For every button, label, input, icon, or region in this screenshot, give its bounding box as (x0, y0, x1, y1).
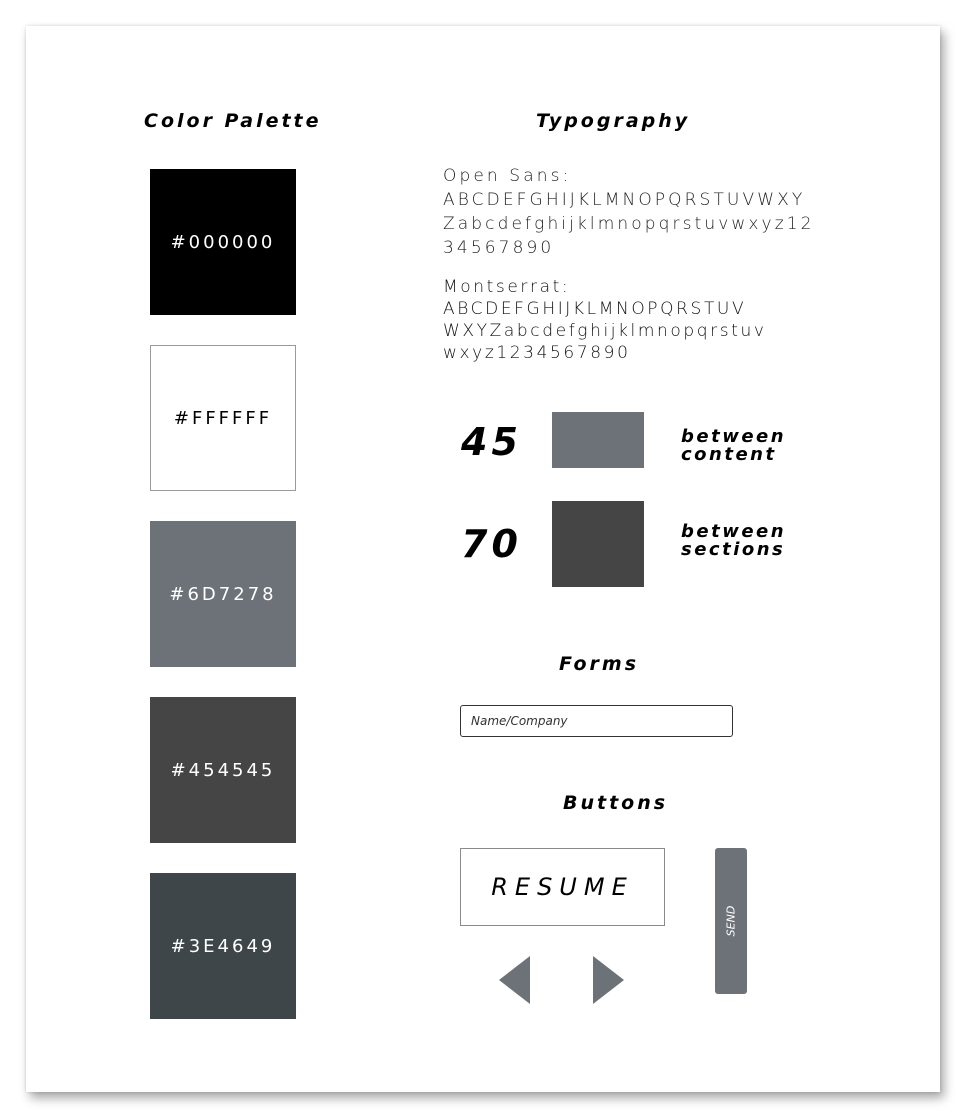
spacing-swatch-content (552, 412, 644, 468)
montserrat-sample: Montserrat: ABCDEFGHIJKLMNOPQRSTUV WXYZa… (443, 276, 767, 364)
swatch-white: #FFFFFF (150, 345, 296, 491)
swatch-charcoal: #3E4649 (150, 873, 296, 1019)
spacing-value-sections: 70 (461, 522, 522, 566)
font-sample-line: WXYZabcdefghijklmnopqrstuv (443, 321, 767, 341)
swatch-label: #3E4649 (170, 935, 276, 957)
spacing-label-content: between content (681, 428, 786, 464)
forms-heading: Forms (559, 653, 640, 675)
spacing-label-line: sections (681, 539, 786, 560)
send-button-label: SEND (724, 905, 738, 937)
spacing-swatch-sections (552, 501, 644, 587)
color-palette-heading: Color Palette (144, 110, 322, 132)
triangle-left-icon[interactable] (499, 956, 530, 1004)
swatch-gray: #6D7278 (150, 521, 296, 667)
swatch-black: #000000 (150, 169, 296, 315)
resume-button[interactable]: RESUME (460, 848, 665, 926)
font-sample-line: Open Sans: (443, 166, 572, 186)
swatch-label: #6D7278 (169, 583, 277, 605)
buttons-heading: Buttons (563, 792, 669, 814)
font-sample-line: 34567890 (443, 238, 555, 258)
open-sans-sample: Open Sans: ABCDEFGHIJKLMNOPQRSTUVWXY Zab… (443, 164, 815, 260)
font-sample-line: ABCDEFGHIJKLMNOPQRSTUVWXY (443, 190, 806, 210)
spacing-label-sections: between sections (681, 523, 786, 559)
spacing-value-content: 45 (461, 420, 522, 464)
triangle-right-icon[interactable] (593, 956, 624, 1004)
send-button[interactable]: SEND (715, 848, 747, 994)
name-company-input[interactable] (460, 705, 733, 737)
swatch-label: #454545 (170, 759, 276, 781)
font-sample-line: Montserrat: (443, 277, 571, 297)
swatch-label: #000000 (170, 231, 276, 253)
spacing-label-line: content (681, 444, 777, 465)
font-sample-line: ABCDEFGHIJKLMNOPQRSTUV (443, 299, 747, 319)
resume-button-label: RESUME (491, 873, 634, 901)
swatch-dark-gray: #454545 (150, 697, 296, 843)
typography-heading: Typography (536, 110, 691, 132)
font-sample-line: Zabcdefghijklmnopqrstuvwxyz12 (443, 214, 815, 234)
font-sample-line: wxyz1234567890 (443, 343, 631, 363)
swatch-label: #FFFFFF (173, 407, 273, 429)
